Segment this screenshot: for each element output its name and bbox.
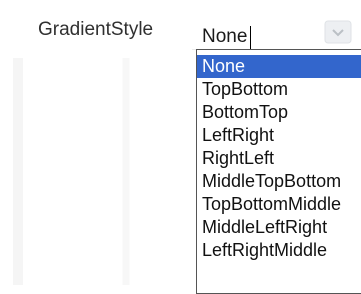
property-panel bbox=[0, 0, 192, 285]
list-item-right-left[interactable]: RightLeft bbox=[197, 147, 361, 170]
list-item-middle-top-bottom[interactable]: MiddleTopBottom bbox=[197, 170, 361, 193]
dropdown-arrow-icon[interactable] bbox=[324, 20, 352, 44]
text-caret bbox=[250, 26, 251, 49]
property-label-gradient-style: GradientStyle bbox=[38, 19, 154, 40]
gradient-style-combobox[interactable]: None bbox=[192, 14, 361, 50]
list-item-left-right-middle[interactable]: LeftRightMiddle bbox=[197, 239, 361, 262]
list-item-bottom-top[interactable]: BottomTop bbox=[197, 101, 361, 124]
list-item-left-right[interactable]: LeftRight bbox=[197, 124, 361, 147]
gradient-style-dropdown-list[interactable]: None TopBottom BottomTop LeftRight Right… bbox=[196, 49, 361, 294]
property-editor: GradientStyle None None TopBottom Bottom… bbox=[0, 0, 361, 294]
faded-background bbox=[13, 58, 130, 285]
list-item-none[interactable]: None bbox=[197, 55, 361, 78]
list-item-middle-left-right[interactable]: MiddleLeftRight bbox=[197, 216, 361, 239]
list-item-top-bottom-middle[interactable]: TopBottomMiddle bbox=[197, 193, 361, 216]
list-item-top-bottom[interactable]: TopBottom bbox=[197, 78, 361, 101]
combobox-value[interactable]: None bbox=[202, 26, 247, 48]
